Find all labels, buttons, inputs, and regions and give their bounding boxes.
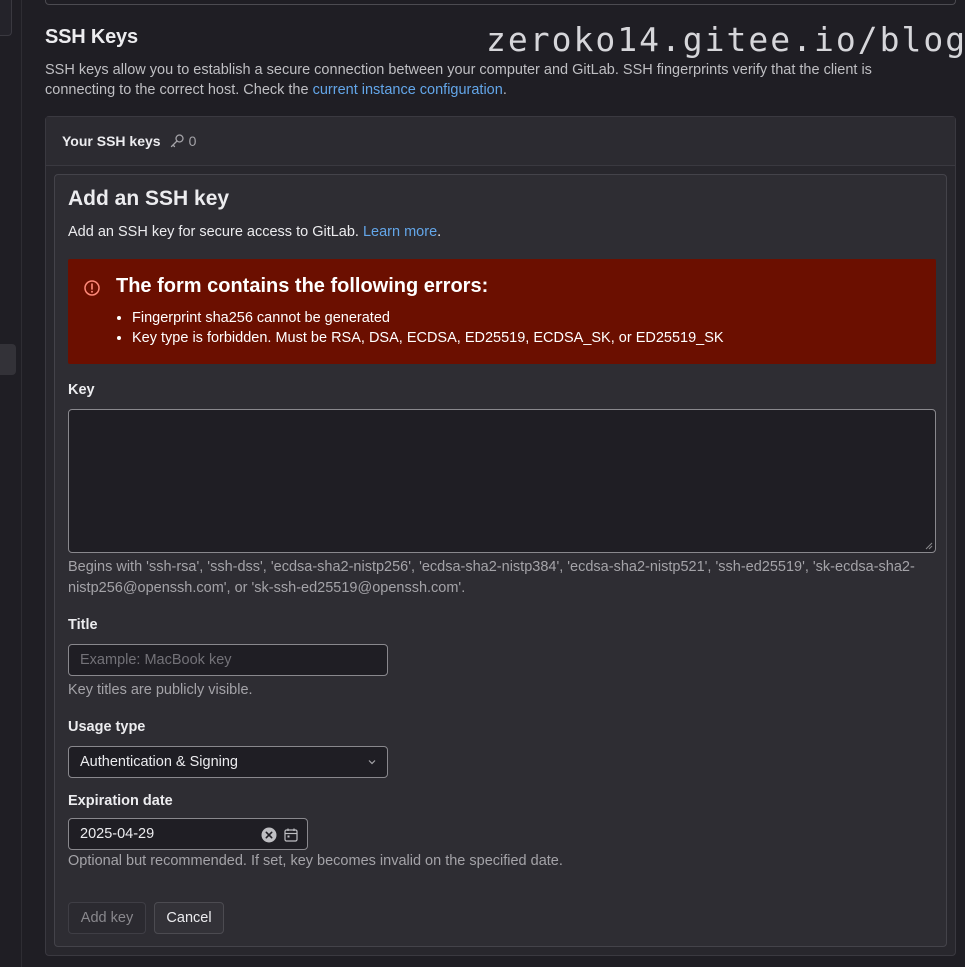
title-help-text: Key titles are publicly visible.	[68, 682, 253, 698]
error-circle-icon	[84, 280, 100, 296]
cancel-button[interactable]: Cancel	[154, 902, 224, 934]
form-description: Add an SSH key for secure access to GitL…	[68, 224, 441, 240]
section-description: SSH keys allow you to establish a secure…	[45, 60, 945, 100]
card-header-title: Your SSH keys	[62, 133, 161, 149]
form-title: Add an SSH key	[68, 187, 230, 210]
previous-section-box	[45, 0, 956, 5]
title-placeholder: Example: MacBook key	[80, 652, 232, 668]
learn-more-link[interactable]: Learn more	[363, 224, 437, 240]
ssh-keys-card: Your SSH keys 0 Add an SSH key Add an SS…	[45, 116, 956, 956]
form-description-suffix: .	[437, 224, 442, 240]
key-label: Key	[68, 382, 95, 398]
expiration-date-input[interactable]: 2025-04-29	[68, 818, 308, 850]
form-description-text: Add an SSH key for secure access to GitL…	[68, 224, 363, 240]
expiration-date-value: 2025-04-29	[80, 826, 155, 842]
error-item: Key type is forbidden. Must be RSA, DSA,…	[132, 328, 724, 348]
error-item: Fingerprint sha256 cannot be generated	[132, 308, 724, 328]
usage-type-label: Usage type	[68, 719, 146, 735]
sidebar-collapsed-item[interactable]	[0, 0, 12, 36]
usage-type-value: Authentication & Signing	[80, 754, 238, 770]
section-title: SSH Keys	[45, 26, 138, 48]
usage-type-select[interactable]: Authentication & Signing	[68, 746, 388, 778]
key-icon	[170, 134, 184, 148]
left-sidebar	[0, 0, 22, 967]
title-label: Title	[68, 617, 98, 633]
expiration-date-label: Expiration date	[68, 793, 173, 809]
calendar-icon[interactable]	[283, 827, 299, 843]
clear-icon[interactable]	[261, 827, 277, 843]
sidebar-active-item[interactable]	[0, 344, 16, 375]
instance-configuration-link[interactable]: current instance configuration	[313, 82, 503, 98]
resize-grip-icon[interactable]	[925, 542, 933, 550]
section-description-suffix: .	[502, 82, 507, 98]
chevron-down-icon	[368, 760, 376, 765]
key-count: 0	[169, 133, 197, 149]
add-ssh-key-form: Add an SSH key Add an SSH key for secure…	[54, 174, 947, 947]
card-header: Your SSH keys 0	[46, 117, 955, 166]
alert-title: The form contains the following errors:	[116, 275, 489, 297]
error-alert: The form contains the following errors: …	[68, 259, 936, 364]
key-help-text: Begins with 'ssh-rsa', 'ssh-dss', 'ecdsa…	[68, 559, 915, 596]
add-key-button[interactable]: Add key	[68, 902, 146, 934]
watermark: zeroko14.gitee.io/blog/	[486, 20, 965, 59]
title-input[interactable]: Example: MacBook key	[68, 644, 388, 676]
key-textarea[interactable]	[68, 409, 936, 553]
expiration-help-text: Optional but recommended. If set, key be…	[68, 853, 563, 869]
key-count-value: 0	[188, 133, 197, 149]
error-list: Fingerprint sha256 cannot be generated K…	[132, 308, 724, 348]
